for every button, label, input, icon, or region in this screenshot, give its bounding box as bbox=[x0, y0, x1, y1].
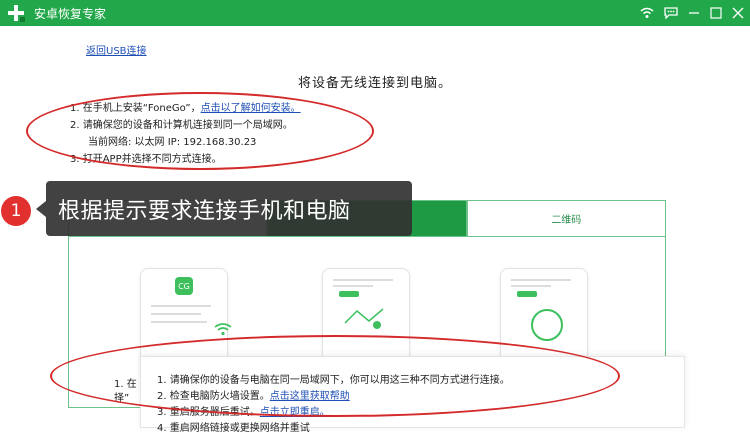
step-3: 3. 打开APP并选择不同方式连接。 bbox=[70, 154, 222, 165]
instruction-callout: 根据提示要求连接手机和电脑 bbox=[36, 181, 412, 236]
app-logo-icon bbox=[6, 3, 26, 23]
step-1: 1. 在手机上安装“FoneGo”，点击以了解如何安装。 bbox=[70, 100, 301, 117]
tip-1: 1. 请确保你的设备与电脑在同一局域网下，你可以用这三种不同方式进行连接。 bbox=[157, 375, 510, 386]
tip-3: 3. 重启服务器后重试。点击立即重启。 bbox=[157, 407, 330, 418]
window-controls bbox=[640, 0, 744, 26]
message-icon[interactable] bbox=[664, 7, 678, 19]
step-number-badge: 1 bbox=[1, 196, 31, 226]
tip-4: 4. 重启网络链接或更换网络并重试 bbox=[157, 423, 310, 434]
app-title: 安卓恢复专家 bbox=[34, 6, 107, 21]
step-1-text: 1. 在手机上安装“FoneGo”， bbox=[70, 103, 201, 114]
callout-text: 根据提示要求连接手机和电脑 bbox=[58, 199, 351, 224]
wifi-icon[interactable] bbox=[640, 7, 654, 19]
wireless-signal-icon bbox=[214, 323, 232, 336]
fonego-logo-icon: CG bbox=[175, 277, 193, 295]
page-heading: 将设备无线连接到电脑。 bbox=[297, 76, 452, 91]
close-icon[interactable] bbox=[732, 7, 744, 19]
install-help-link[interactable]: 点击以了解如何安装。 bbox=[201, 103, 301, 114]
maximize-icon[interactable] bbox=[710, 7, 722, 19]
tip-2: 2. 检查电脑防火墙设置。点击这里获取帮助 bbox=[157, 391, 350, 402]
map-icon bbox=[344, 308, 384, 329]
firewall-help-link[interactable]: 点击这里获取帮助 bbox=[270, 391, 350, 402]
tips-dialog: 1. 请确保你的设备与电脑在同一局域网下，你可以用这三种不同方式进行连接。 2.… bbox=[140, 356, 685, 434]
minimize-icon[interactable] bbox=[688, 7, 700, 19]
back-to-usb-link[interactable]: 返回USB连接 bbox=[86, 42, 147, 57]
step-2: 2. 请确保您的设备和计算机连接到同一个局域网。 bbox=[70, 120, 293, 131]
left-text-fragment: 1. 在 择” bbox=[114, 379, 137, 404]
title-bar: 安卓恢复专家 bbox=[0, 0, 750, 26]
restart-now-link[interactable]: 点击立即重启。 bbox=[260, 407, 330, 418]
tab-qrcode[interactable]: 二维码 bbox=[466, 200, 666, 236]
network-info: 当前网络: 以太网 IP: 192.168.30.23 bbox=[88, 137, 257, 148]
instruction-steps: 1. 在手机上安装“FoneGo”，点击以了解如何安装。 2. 请确保您的设备和… bbox=[70, 100, 301, 168]
qr-scan-icon bbox=[531, 309, 563, 341]
